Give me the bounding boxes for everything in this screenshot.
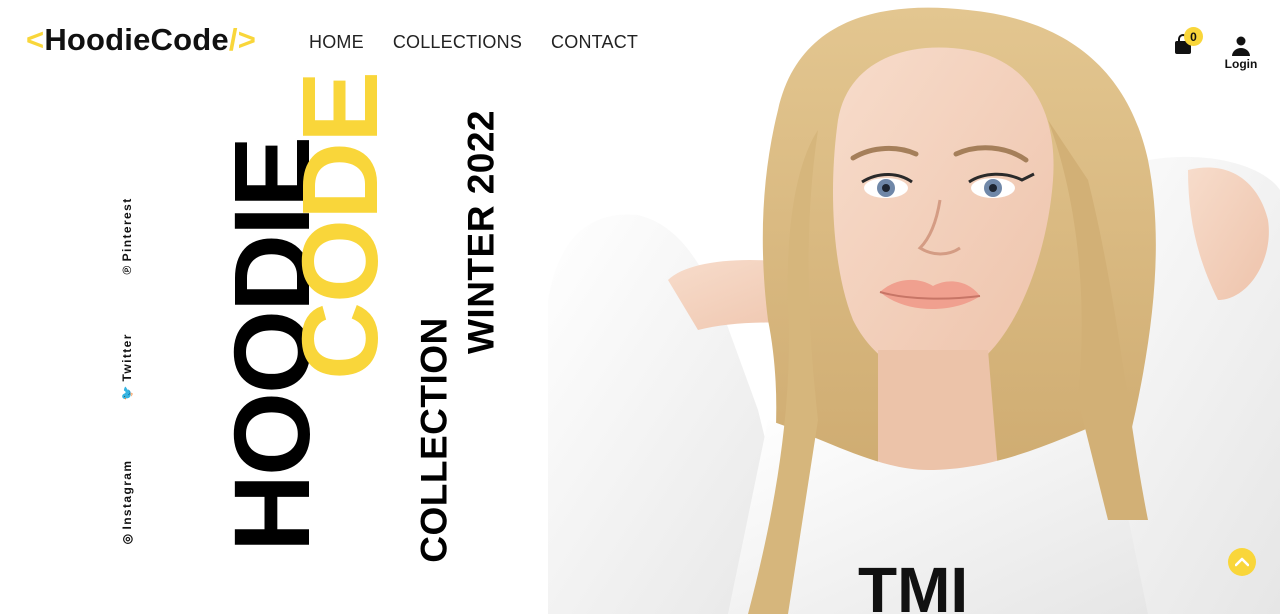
logo-open-bracket: <	[26, 22, 45, 57]
hero-word-code: CODE	[279, 71, 400, 381]
instagram-icon: ◎	[120, 532, 134, 545]
social-link-instagram[interactable]: ◎ Instagram	[120, 460, 134, 545]
login-button[interactable]: Login	[1222, 36, 1260, 71]
social-twitter-label: Twitter	[120, 333, 134, 382]
hero-collection-label: COLLECTION	[413, 317, 455, 563]
cart-count-badge: 0	[1184, 27, 1203, 46]
social-link-pinterest[interactable]: ℗ Pinterest	[120, 197, 134, 274]
user-icon	[1232, 36, 1250, 56]
hero-season-label: WINTER 2022	[460, 109, 502, 355]
nav-contact[interactable]: CONTACT	[551, 32, 638, 53]
pinterest-icon: ℗	[120, 264, 134, 275]
scroll-to-top-button[interactable]	[1228, 548, 1256, 576]
nav-collections[interactable]: COLLECTIONS	[393, 32, 522, 53]
social-pinterest-label: Pinterest	[120, 197, 134, 262]
logo-name: HoodieCode	[44, 22, 229, 57]
twitter-icon: 🐦	[120, 384, 134, 401]
hero-model-photo: TMI	[548, 7, 1280, 614]
logo-close-bracket: />	[228, 22, 256, 57]
social-instagram-label: Instagram	[120, 459, 134, 530]
social-link-twitter[interactable]: 🐦 Twitter	[120, 333, 134, 401]
site-logo[interactable]: <HoodieCode/>	[26, 22, 256, 58]
hoodie-print-text: TMI	[858, 554, 968, 614]
nav-home[interactable]: HOME	[309, 32, 364, 53]
main-nav: HOME COLLECTIONS CONTACT	[309, 32, 638, 53]
chevron-up-icon	[1235, 557, 1249, 567]
login-label: Login	[1224, 57, 1258, 71]
